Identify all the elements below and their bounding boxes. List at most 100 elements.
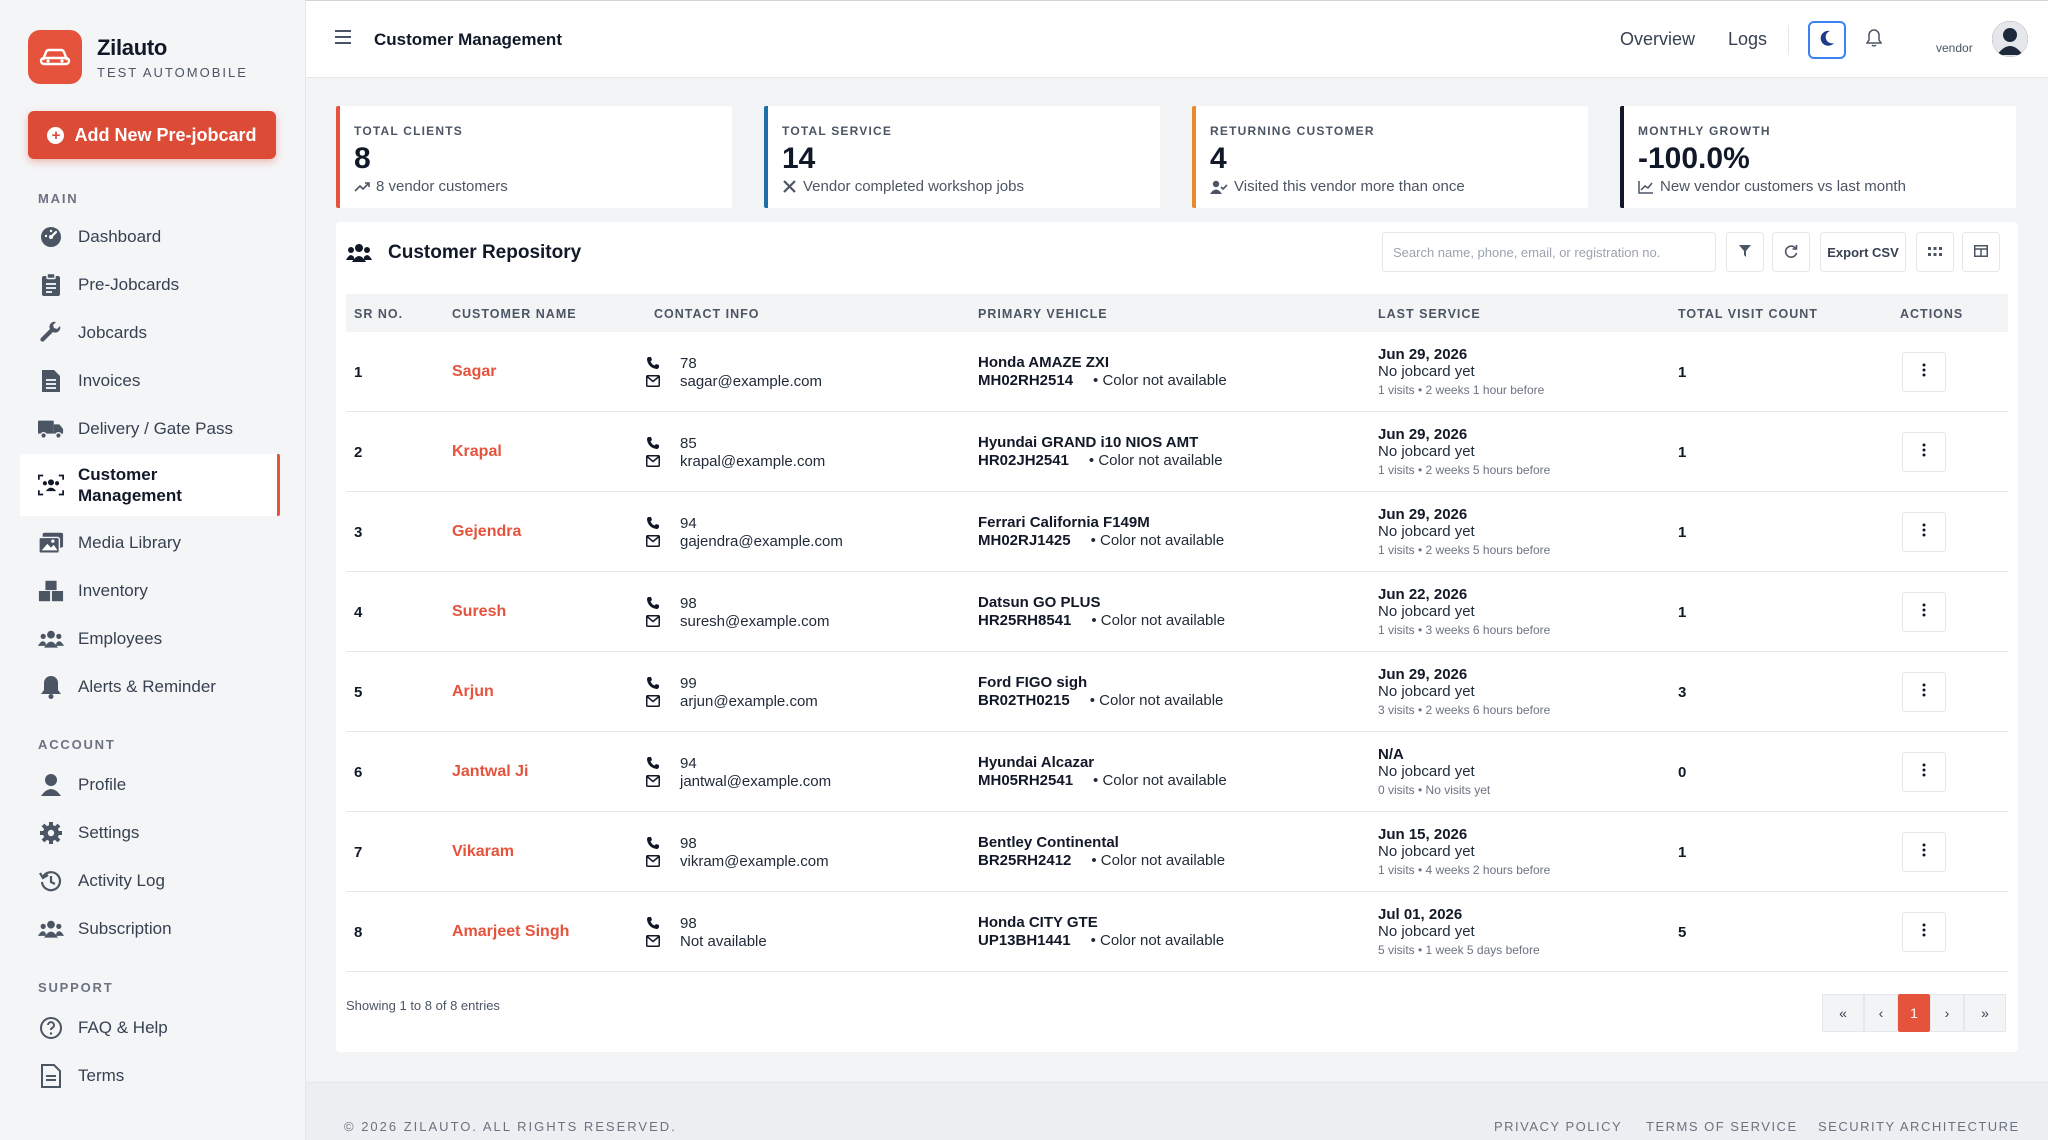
sidebar-item-profile[interactable]: Profile (20, 761, 280, 809)
row-actions-button[interactable] (1902, 752, 1946, 792)
service-date: Jun 29, 2026 (1378, 346, 1468, 363)
customer-name-link[interactable]: Jantwal Ji (452, 763, 528, 781)
sidebar-item-subscription[interactable]: Subscription (20, 905, 280, 953)
clipboard-icon (38, 272, 64, 298)
service-date: Jun 29, 2026 (1378, 426, 1468, 443)
envelope-icon (646, 535, 662, 547)
row-actions-button[interactable] (1902, 912, 1946, 952)
sidebar-item-delivery-gate-pass[interactable]: Delivery / Gate Pass (20, 405, 280, 453)
primary-vehicle: Datsun GO PLUS HR25RH8541 • Color not avai… (978, 594, 1225, 630)
menu-icon[interactable] (334, 29, 352, 50)
sidebar-item-jobcards[interactable]: Jobcards (20, 309, 280, 357)
sidebar-item-activity-log[interactable]: Activity Log (20, 857, 280, 905)
terms-of-service-link[interactable]: TERMS OF SERVICE (1646, 1119, 1798, 1134)
notification-bell-icon[interactable] (1865, 29, 1883, 52)
last-service: Jun 29, 2026 No jobcard yet 1 visits • 2 w… (1378, 506, 1550, 559)
table-row: 4 Suresh 98 suresh@example.com Datsun GO PLU… (346, 572, 2008, 652)
row-actions-button[interactable] (1902, 512, 1946, 552)
vehicle-name: Hyundai Alcazar (978, 754, 1095, 771)
sidebar-item-label: Profile (78, 775, 127, 794)
table-row: 1 Sagar 78 sagar@example.com Honda AMAZE ZXI… (346, 332, 2008, 412)
search-input[interactable] (1382, 232, 1716, 272)
add-new-prejobcard-button[interactable]: + Add New Pre-jobcard (28, 111, 276, 159)
security-architecture-link[interactable]: SECURITY ARCHITECTURE (1818, 1119, 2020, 1134)
column-header-primary-vehicle[interactable]: PRIMARY VEHICLE (978, 307, 1108, 321)
sidebar-item-terms[interactable]: Terms (20, 1052, 280, 1100)
customer-name-link[interactable]: Vikaram (452, 843, 514, 861)
column-header-sr-no[interactable]: SR NO. (354, 307, 403, 321)
sr-no: 4 (354, 604, 363, 621)
columns-button[interactable] (1962, 232, 2000, 272)
stat-value: 8 (354, 142, 371, 175)
email-address: gajendra@example.com (680, 532, 843, 550)
refresh-button[interactable] (1772, 232, 1810, 272)
service-date: Jun 29, 2026 (1378, 666, 1468, 683)
column-header-customer-name[interactable]: CUSTOMER NAME (452, 307, 577, 321)
sidebar-item-alerts-reminder[interactable]: Alerts & Reminder (20, 663, 280, 711)
sidebar-item-pre-jobcards[interactable]: Pre-Jobcards (20, 261, 280, 309)
sidebar-item-dashboard[interactable]: Dashboard (20, 213, 280, 261)
phone-icon (646, 756, 662, 770)
export-csv-button[interactable]: Export CSV (1820, 232, 1906, 272)
customer-name-link[interactable]: Gejendra (452, 523, 521, 541)
stat-card-total-clients: TOTAL CLIENTS 8 8 vendor customers (336, 106, 732, 208)
sidebar-item-settings[interactable]: Settings (20, 809, 280, 857)
user-role-label: vendor (1936, 41, 1973, 55)
last-service: Jun 29, 2026 No jobcard yet 3 visits • 2 w… (1378, 666, 1550, 719)
refresh-icon (1784, 244, 1798, 261)
brand[interactable]: Zilauto TEST AUTOMOBILE (28, 30, 248, 84)
customer-name-link[interactable]: Suresh (452, 603, 506, 621)
envelope-icon (646, 855, 662, 867)
grid-view-button[interactable] (1916, 232, 1954, 272)
sidebar-item-faq-help[interactable]: FAQ & Help (20, 1004, 280, 1052)
stat-subtext: New vendor customers vs last month (1660, 178, 1906, 195)
privacy-policy-link[interactable]: PRIVACY POLICY (1494, 1119, 1622, 1134)
column-header-total-visit-count[interactable]: TOTAL VISIT COUNT (1678, 307, 1818, 321)
filter-button[interactable] (1726, 232, 1764, 272)
sr-no: 7 (354, 844, 363, 861)
sidebar-item-employees[interactable]: Employees (20, 615, 280, 663)
phone-number: 98 (680, 594, 697, 612)
more-vertical-icon (1922, 843, 1926, 862)
registration-number: BR25RH2412 (978, 852, 1072, 869)
row-actions-button[interactable] (1902, 432, 1946, 472)
phone-icon (646, 436, 662, 450)
sidebar-item-invoices[interactable]: Invoices (20, 357, 280, 405)
previous-page-button[interactable]: ‹ (1864, 994, 1898, 1032)
table-row: 2 Krapal 85 krapal@example.com Hyundai GRAND… (346, 412, 2008, 492)
sidebar-item-customer-management[interactable]: Customer Management (20, 454, 280, 516)
theme-toggle-button[interactable] (1808, 21, 1846, 59)
customer-name-link[interactable]: Arjun (452, 683, 494, 701)
next-page-button[interactable]: › (1930, 994, 1964, 1032)
service-meta: 5 visits • 1 week 5 days before (1378, 943, 1540, 957)
row-actions-button[interactable] (1902, 352, 1946, 392)
registration-number: MH05RH2541 (978, 772, 1074, 789)
column-header-last-service[interactable]: LAST SERVICE (1378, 307, 1481, 321)
media-icon (38, 530, 64, 556)
service-note: No jobcard yet (1378, 683, 1475, 700)
row-actions-button[interactable] (1902, 832, 1946, 872)
sidebar-item-label: Invoices (78, 371, 141, 390)
help-icon (38, 1015, 64, 1041)
last-page-button[interactable]: » (1964, 994, 2006, 1032)
overview-link[interactable]: Overview (1620, 29, 1695, 50)
customer-name-link[interactable]: Amarjeet Singh (452, 923, 569, 941)
row-actions-button[interactable] (1902, 672, 1946, 712)
customer-name-link[interactable]: Sagar (452, 363, 496, 381)
row-actions-button[interactable] (1902, 592, 1946, 632)
more-vertical-icon (1922, 923, 1926, 942)
customer-name-link[interactable]: Krapal (452, 443, 502, 461)
vehicle-color: • Color not available (1090, 932, 1225, 949)
sidebar-item-media-library[interactable]: Media Library (20, 519, 280, 567)
logs-link[interactable]: Logs (1728, 29, 1767, 50)
avatar[interactable] (1992, 21, 2028, 57)
page-1-button[interactable]: 1 (1898, 994, 1930, 1032)
brand-subtitle: TEST AUTOMOBILE (97, 64, 248, 80)
column-header-contact-info[interactable]: CONTACT INFO (654, 307, 760, 321)
sidebar-item-inventory[interactable]: Inventory (20, 567, 280, 615)
first-page-button[interactable]: « (1822, 994, 1864, 1032)
sr-no: 2 (354, 444, 363, 461)
last-service: Jul 01, 2026 No jobcard yet 5 visits • 1 w… (1378, 906, 1540, 959)
last-service: Jun 15, 2026 No jobcard yet 1 visits • 4 w… (1378, 826, 1550, 879)
more-vertical-icon (1922, 523, 1926, 542)
